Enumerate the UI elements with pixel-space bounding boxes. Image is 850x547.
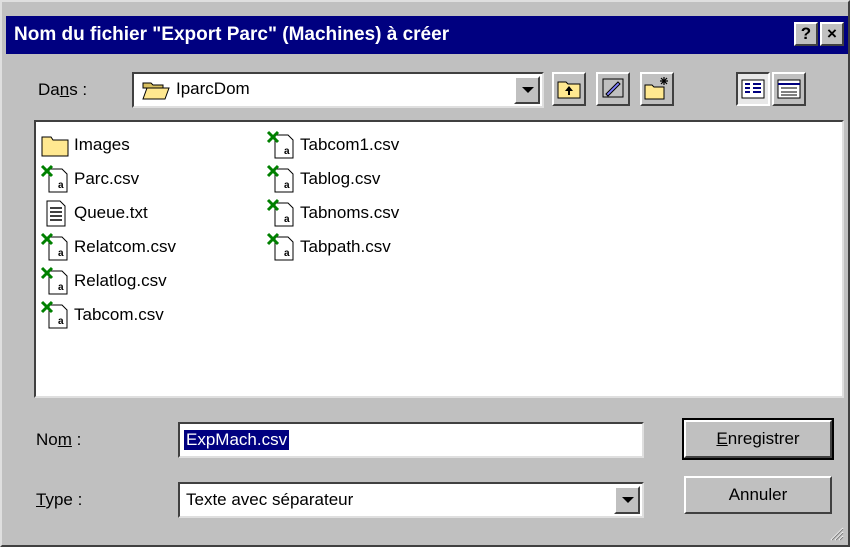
- resize-grip-icon[interactable]: [828, 525, 844, 541]
- svg-text:a: a: [284, 214, 290, 225]
- excel-file-icon: a: [266, 198, 294, 227]
- location-dropdown[interactable]: IparcDom: [132, 72, 544, 108]
- filetype-label: Type :: [36, 490, 83, 509]
- file-item[interactable]: a Relatlog.csv: [40, 264, 167, 298]
- excel-file-icon: a: [40, 300, 68, 329]
- location-dropdown-arrow[interactable]: [514, 76, 540, 104]
- filename-label: Nom :: [36, 430, 82, 449]
- help-button[interactable]: ?: [794, 22, 818, 46]
- desktop-icon: [602, 78, 624, 98]
- file-name: Tabcom.csv: [74, 305, 164, 324]
- file-item[interactable]: a Tabcom1.csv: [266, 128, 399, 162]
- filename-input[interactable]: ExpMach.csv: [178, 422, 644, 458]
- svg-text:a: a: [284, 146, 290, 157]
- new-folder-icon: [644, 77, 668, 100]
- svg-text:a: a: [58, 248, 64, 259]
- svg-text:a: a: [284, 180, 290, 191]
- cancel-button[interactable]: Annuler: [684, 476, 832, 514]
- file-item[interactable]: a Tabcom.csv: [40, 298, 164, 332]
- file-item[interactable]: a Tablog.csv: [266, 162, 380, 196]
- filename-value: ExpMach.csv: [184, 430, 290, 450]
- svg-text:a: a: [58, 282, 64, 293]
- file-item[interactable]: Queue.txt: [40, 196, 148, 230]
- excel-file-icon: a: [266, 164, 294, 193]
- excel-file-icon: a: [40, 232, 68, 261]
- close-button[interactable]: ×: [820, 22, 844, 46]
- file-name: Tabnoms.csv: [300, 203, 400, 222]
- save-dialog: Nom du fichier "Export Parc" (Machines) …: [0, 0, 850, 547]
- excel-file-icon: a: [266, 130, 294, 159]
- list-view-icon: [741, 79, 765, 99]
- new-folder-button[interactable]: [640, 72, 674, 106]
- file-item[interactable]: a Relatcom.csv: [40, 230, 176, 264]
- file-name: Relatlog.csv: [74, 271, 167, 290]
- filetype-dropdown[interactable]: Texte avec séparateur: [178, 482, 644, 518]
- file-name: Tabcom1.csv: [300, 135, 400, 154]
- excel-file-icon: a: [40, 266, 68, 295]
- excel-file-icon: a: [266, 232, 294, 261]
- filetype-value: Texte avec séparateur: [186, 490, 354, 509]
- file-item[interactable]: a Tabnoms.csv: [266, 196, 399, 230]
- up-folder-icon: [557, 81, 581, 99]
- location-value: IparcDom: [176, 79, 250, 98]
- file-name: Parc.csv: [74, 169, 140, 188]
- up-one-level-button[interactable]: [552, 72, 586, 106]
- list-view-button[interactable]: [736, 72, 770, 106]
- open-folder-icon: [142, 82, 170, 100]
- text-file-icon: [46, 200, 66, 227]
- file-item[interactable]: Images: [40, 128, 130, 162]
- file-name: Tabpath.csv: [300, 237, 391, 256]
- file-name: Images: [74, 135, 130, 154]
- svg-text:a: a: [58, 316, 64, 327]
- desktop-button[interactable]: [596, 72, 630, 106]
- excel-file-icon: a: [40, 164, 68, 193]
- file-name: Queue.txt: [74, 203, 148, 222]
- file-item[interactable]: a Parc.csv: [40, 162, 139, 196]
- title-bar: Nom du fichier "Export Parc" (Machines) …: [6, 16, 848, 54]
- file-item[interactable]: a Tabpath.csv: [266, 230, 391, 264]
- file-list[interactable]: Images a Parc.csv Queue.txt a Relatcom.csv a Re…: [34, 120, 844, 398]
- location-label: Dans :: [38, 80, 88, 99]
- details-view-button[interactable]: [772, 72, 806, 106]
- details-view-icon: [777, 79, 801, 99]
- folder-icon: [41, 136, 69, 157]
- svg-text:a: a: [284, 248, 290, 259]
- save-button[interactable]: Enregistrer: [682, 418, 834, 460]
- filetype-dropdown-arrow[interactable]: [614, 486, 640, 514]
- svg-text:a: a: [58, 180, 64, 191]
- file-name: Relatcom.csv: [74, 237, 177, 256]
- file-name: Tablog.csv: [300, 169, 381, 188]
- dialog-title: Nom du fichier "Export Parc" (Machines) …: [14, 24, 450, 45]
